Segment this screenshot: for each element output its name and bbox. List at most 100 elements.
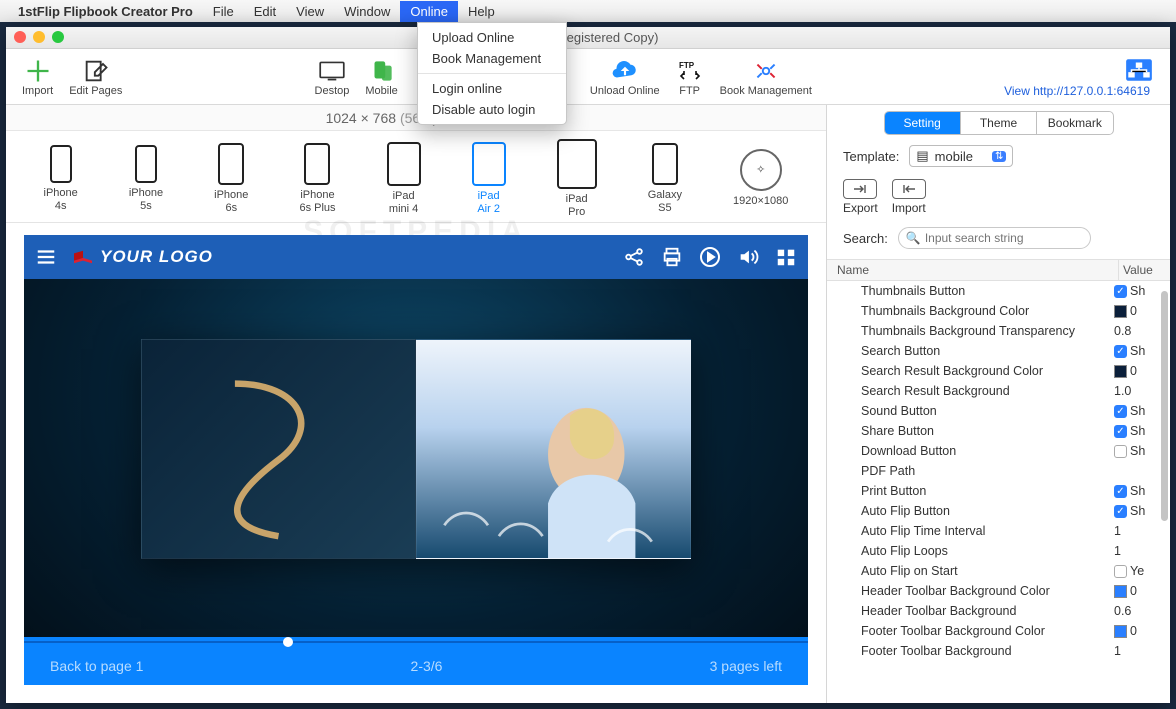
main-toolbar: Import Edit Pages Destop Mobile Unload O… — [6, 49, 1170, 105]
tab-bookmark[interactable]: Bookmark — [1036, 112, 1112, 134]
property-row[interactable]: PDF Path — [827, 461, 1170, 481]
property-row[interactable]: Auto Flip Loops1 — [827, 541, 1170, 561]
edit-pages-button[interactable]: Edit Pages — [61, 57, 130, 97]
mobile-mode-button[interactable]: Mobile — [357, 57, 405, 97]
menu-edit[interactable]: Edit — [244, 1, 286, 22]
checkbox-icon[interactable]: ✓ — [1114, 285, 1127, 298]
window-close-button[interactable] — [14, 31, 26, 43]
property-row[interactable]: Header Toolbar Background Color0 — [827, 581, 1170, 601]
device-iphone-6s-plus[interactable]: iPhone6s Plus — [299, 143, 335, 213]
pages-left: 3 pages left — [710, 658, 782, 674]
property-row[interactable]: Auto Flip Time Interval1 — [827, 521, 1170, 541]
property-row[interactable]: Header Toolbar Background0.6 — [827, 601, 1170, 621]
property-row[interactable]: Search Button✓Sh — [827, 341, 1170, 361]
device-galaxy-s5[interactable]: GalaxyS5 — [648, 143, 682, 213]
titlebar: Pro (Unregistered Copy) — [6, 27, 1170, 49]
device-1920×1080[interactable]: ✧1920×1080 — [733, 149, 788, 207]
checkbox-icon[interactable]: ✓ — [1114, 425, 1127, 438]
menu-window[interactable]: Window — [334, 1, 400, 22]
preview-pane: SOFTPEDIA 1024 × 768 (56%) DPR: 2 iPhone… — [6, 105, 826, 703]
template-icon: ▤ — [916, 148, 928, 164]
tab-setting[interactable]: Setting — [885, 112, 960, 134]
hamburger-icon[interactable] — [34, 245, 58, 269]
properties-header: Name Value — [827, 259, 1170, 281]
property-row[interactable]: Footer Toolbar Background1 — [827, 641, 1170, 661]
checkbox-icon[interactable]: ✓ — [1114, 345, 1127, 358]
tab-theme[interactable]: Theme — [960, 112, 1036, 134]
property-row[interactable]: Share Button✓Sh — [827, 421, 1170, 441]
property-row[interactable]: Print Button✓Sh — [827, 481, 1170, 501]
color-swatch[interactable] — [1114, 365, 1127, 378]
import-settings-button[interactable]: Import — [892, 179, 926, 215]
book-page-right — [416, 339, 691, 559]
search-label: Search: — [843, 231, 888, 246]
menu-disable-auto-login[interactable]: Disable auto login — [418, 99, 566, 120]
device-iphone-5s[interactable]: iPhone5s — [129, 145, 163, 211]
search-input[interactable] — [898, 227, 1091, 249]
scrollbar[interactable] — [1161, 291, 1168, 521]
property-row[interactable]: Auto Flip on StartYe — [827, 561, 1170, 581]
property-row[interactable]: Thumbnails Button✓Sh — [827, 281, 1170, 301]
template-select[interactable]: ▤ mobile ⇅ — [909, 145, 1013, 167]
sitemap-button[interactable]: View http://127.0.0.1:64619 — [996, 56, 1162, 98]
desktop-mode-button[interactable]: Destop — [307, 57, 358, 97]
print-icon[interactable] — [660, 245, 684, 269]
device-iphone-4s[interactable]: iPhone4s — [44, 145, 78, 211]
os-menubar: 1stFlip Flipbook Creator Pro FileEditVie… — [0, 0, 1176, 22]
color-swatch[interactable] — [1114, 625, 1127, 638]
menu-file[interactable]: File — [203, 1, 244, 22]
checkbox-icon[interactable]: ✓ — [1114, 505, 1127, 518]
sound-icon[interactable] — [736, 245, 760, 269]
checkbox-icon[interactable] — [1114, 445, 1127, 458]
thumbnails-icon[interactable] — [774, 245, 798, 269]
device-ipad-mini-4[interactable]: iPadmini 4 — [387, 142, 421, 214]
ftp-button[interactable]: FTP FTP — [668, 57, 712, 97]
play-icon[interactable] — [698, 245, 722, 269]
svg-text:FTP: FTP — [679, 61, 695, 70]
device-ipad-air-2[interactable]: iPadAir 2 — [472, 142, 506, 214]
menu-online[interactable]: Online — [400, 1, 458, 22]
property-row[interactable]: Sound Button✓Sh — [827, 401, 1170, 421]
preview-logo: YOUR LOGO — [72, 247, 213, 267]
window-minimize-button[interactable] — [33, 31, 45, 43]
menu-upload-online[interactable]: Upload Online — [418, 27, 566, 48]
window-maximize-button[interactable] — [52, 31, 64, 43]
property-row[interactable]: Auto Flip Button✓Sh — [827, 501, 1170, 521]
back-to-page[interactable]: Back to page 1 — [50, 658, 143, 674]
search-icon: 🔍 — [906, 231, 921, 245]
menu-view[interactable]: View — [286, 1, 334, 22]
book-page-left — [141, 339, 416, 559]
checkbox-icon[interactable] — [1114, 565, 1127, 578]
properties-list[interactable]: Thumbnails Button✓ShThumbnails Backgroun… — [827, 281, 1170, 703]
menu-login-online[interactable]: Login online — [418, 78, 566, 99]
book-management-button[interactable]: Book Management — [712, 57, 820, 97]
preview-footer: Back to page 1 2-3/6 3 pages left — [24, 647, 808, 685]
chevron-updown-icon: ⇅ — [992, 151, 1006, 162]
property-row[interactable]: Footer Toolbar Background Color0 — [827, 621, 1170, 641]
property-row[interactable]: Thumbnails Background Color0 — [827, 301, 1170, 321]
menu-help[interactable]: Help — [458, 1, 505, 22]
app-name: 1stFlip Flipbook Creator Pro — [8, 4, 203, 19]
page-slider[interactable] — [24, 637, 808, 647]
settings-panel: Setting Theme Bookmark Template: ▤ mobil… — [826, 105, 1170, 703]
color-swatch[interactable] — [1114, 305, 1127, 318]
checkbox-icon[interactable]: ✓ — [1114, 405, 1127, 418]
book-spread[interactable] — [141, 339, 691, 559]
property-row[interactable]: Search Result Background1.0 — [827, 381, 1170, 401]
export-button[interactable]: Export — [843, 179, 878, 215]
resolution-bar: 1024 × 768 (56%) DPR: 2 — [6, 105, 826, 131]
color-swatch[interactable] — [1114, 585, 1127, 598]
menu-book-management[interactable]: Book Management — [418, 48, 566, 69]
share-icon[interactable] — [622, 245, 646, 269]
property-row[interactable]: Thumbnails Background Transparency0.8 — [827, 321, 1170, 341]
view-url-link[interactable]: View http://127.0.0.1:64619 — [1004, 84, 1154, 98]
template-label: Template: — [843, 149, 899, 164]
device-iphone-6s[interactable]: iPhone6s — [214, 143, 248, 213]
property-row[interactable]: Search Result Background Color0 — [827, 361, 1170, 381]
checkbox-icon[interactable]: ✓ — [1114, 485, 1127, 498]
device-ipad-pro[interactable]: iPadPro — [557, 139, 597, 217]
panel-tabs: Setting Theme Bookmark — [884, 111, 1114, 135]
unload-online-button[interactable]: Unload Online — [582, 57, 668, 97]
import-button[interactable]: Import — [14, 57, 61, 97]
property-row[interactable]: Download ButtonSh — [827, 441, 1170, 461]
